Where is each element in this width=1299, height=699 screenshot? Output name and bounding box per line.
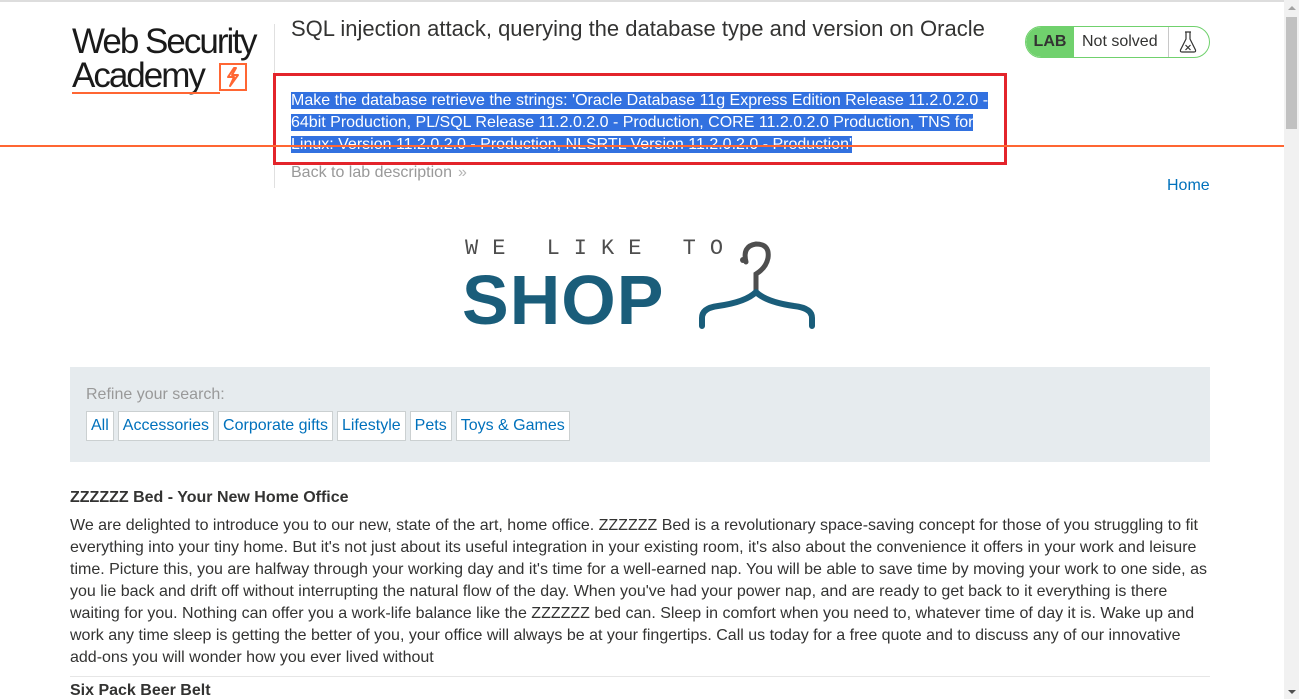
- filter-label: Refine your search:: [86, 386, 225, 403]
- lab-title: SQL injection attack, querying the datab…: [291, 16, 985, 41]
- lab-status-widget: LAB Not solved: [1025, 26, 1210, 58]
- product-title: Six Pack Beer Belt: [70, 682, 211, 699]
- double-chevron-icon: »: [457, 164, 467, 181]
- category-lifestyle[interactable]: Lifestyle: [336, 411, 406, 441]
- logo-text-line2: Academy: [72, 56, 206, 95]
- lab-badge: LAB: [1026, 27, 1074, 57]
- category-filter-list: All Accessories Corporate gifts Lifestyl…: [86, 411, 570, 441]
- logo-lightning-icon: [219, 63, 247, 91]
- back-link-label: Back to lab description: [291, 164, 452, 181]
- category-corporate-gifts[interactable]: Corporate gifts: [218, 411, 333, 441]
- category-toys-games[interactable]: Toys & Games: [455, 411, 570, 441]
- scroll-down-arrow-icon[interactable]: [1284, 684, 1299, 699]
- academy-header: Web Security Academy SQL injection attac…: [0, 2, 1284, 188]
- header-orange-rule: [0, 145, 1284, 147]
- shop-word: SHOP: [462, 261, 665, 339]
- category-pets[interactable]: Pets: [409, 411, 452, 441]
- objective-selected-text: Make the database retrieve the strings: …: [291, 92, 989, 153]
- logo-underline: [72, 92, 220, 94]
- shop-tagline: WE LIKE TO: [465, 236, 738, 261]
- home-link[interactable]: Home: [1167, 177, 1210, 195]
- product-divider: [70, 676, 1210, 677]
- product-item: ZZZZZZ Bed - Your New Home Office We are…: [70, 489, 1210, 669]
- flask-icon: [1168, 27, 1207, 57]
- category-all[interactable]: All: [86, 411, 114, 441]
- vertical-scrollbar[interactable]: [1284, 0, 1299, 699]
- shop-logo: WE LIKE TO SHOP: [462, 232, 822, 339]
- scrollbar-thumb[interactable]: [1286, 17, 1297, 129]
- hanger-icon: [699, 241, 815, 329]
- web-security-academy-logo[interactable]: Web Security Academy: [72, 22, 272, 100]
- product-item: Six Pack Beer Belt: [70, 682, 1210, 699]
- product-title: ZZZZZZ Bed - Your New Home Office: [70, 489, 349, 506]
- category-accessories[interactable]: Accessories: [117, 411, 215, 441]
- product-description: We are delighted to introduce you to our…: [70, 517, 1207, 666]
- lab-status-text: Not solved: [1082, 33, 1158, 50]
- scroll-up-arrow-icon[interactable]: [1284, 0, 1299, 15]
- filter-panel: Refine your search: All Accessories Corp…: [70, 367, 1210, 462]
- back-to-lab-description-link[interactable]: Back to lab description »: [291, 164, 467, 182]
